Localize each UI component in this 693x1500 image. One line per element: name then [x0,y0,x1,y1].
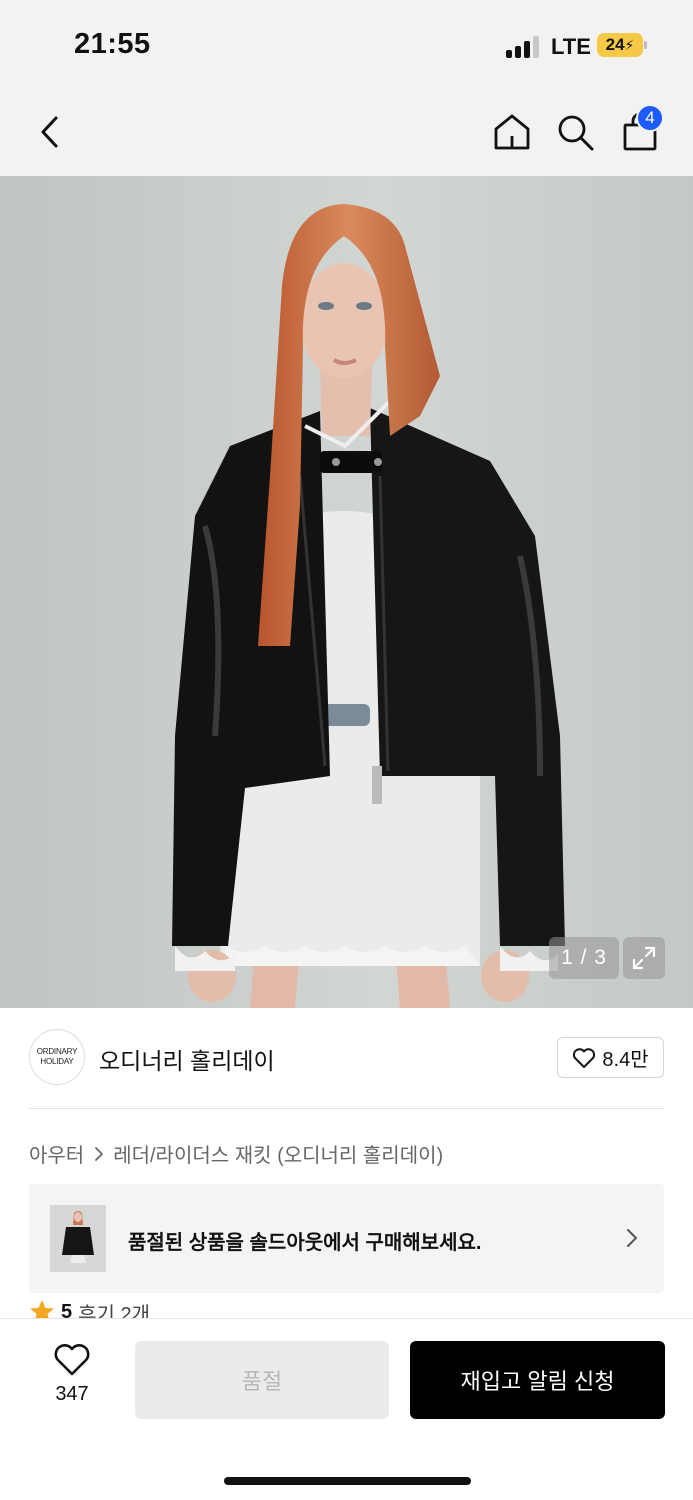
status-bar: 21:55 LTE 24 ⚡︎ [0,0,693,88]
breadcrumb-category[interactable]: 아우터 [29,1139,84,1168]
brand-like-count: 8.4만 [602,1049,649,1071]
divider [29,1108,664,1109]
chevron-right-icon [626,1228,638,1253]
restock-alert-button[interactable]: 재입고 알림 신청 [410,1341,665,1419]
wishlist-button[interactable]: 347 [36,1343,108,1415]
cart-count-badge: 4 [636,104,664,132]
banner-product-thumbnail [50,1205,106,1272]
battery-level: 24 [605,35,625,54]
signal-icon [506,34,542,58]
heart-outline-icon [54,1344,90,1376]
brand-logo-line1: ORDINARY [36,1047,78,1056]
brand-logo-line2: HOLIDAY [40,1057,74,1066]
network-label: LTE [551,34,591,59]
home-indicator[interactable] [224,1477,471,1485]
breadcrumb: 아우터 레더/라이더스 재킷 (오디너리 홀리데이) [29,1139,443,1168]
product-image[interactable] [0,176,693,1008]
banner-text: 품절된 상품을 솔드아웃에서 구매해보세요. [128,1232,482,1254]
status-time: 21:55 [74,28,151,60]
expand-image-button[interactable] [623,937,665,979]
soldout-marketplace-banner[interactable]: 품절된 상품을 솔드아웃에서 구매해보세요. [29,1184,664,1293]
search-icon [558,115,594,151]
expand-icon [632,946,656,970]
brand-like-button[interactable]: 8.4만 [557,1037,664,1078]
breadcrumb-subcategory[interactable]: 레더/라이더스 재킷 (오디너리 홀리데이) [113,1139,443,1168]
back-button[interactable] [26,108,74,156]
brand-name[interactable]: 오디너리 홀리데이 [99,1042,275,1076]
search-button[interactable] [551,108,599,156]
home-button[interactable] [488,108,536,156]
chevron-left-icon [41,116,58,148]
wishlist-count: 347 [55,1383,89,1405]
brand-logo[interactable]: ORDINARY HOLIDAY [29,1029,85,1085]
home-icon [494,114,530,150]
nav-bar [0,88,693,176]
battery-icon: 24 ⚡︎ [597,33,647,57]
image-counter: 1 / 3 [549,937,619,979]
heart-outline-icon [573,1047,596,1068]
chevron-right-icon [94,1146,104,1162]
soldout-button: 품절 [135,1341,389,1419]
bottom-action-bar: 347 품절 재입고 알림 신청 [0,1318,693,1500]
